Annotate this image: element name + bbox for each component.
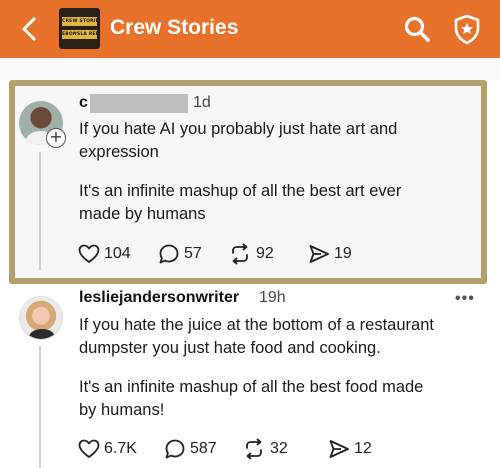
repost-icon — [232, 243, 248, 265]
share-button[interactable]: 19 — [308, 242, 352, 266]
repost-count: 32 — [270, 440, 288, 457]
chevron-left-icon — [22, 17, 36, 41]
post-text-paragraph: If you hate AI you probably just hate ar… — [79, 120, 398, 161]
post-timestamp: 19h — [259, 289, 286, 306]
share-count: 12 — [354, 440, 372, 457]
thread-line — [39, 152, 41, 270]
repost-count: 92 — [256, 245, 274, 262]
share-button[interactable]: 12 — [328, 437, 372, 461]
post-text-paragraph: It's an infinite mashup of all the best … — [79, 378, 424, 419]
reply-button[interactable]: 587 — [164, 437, 217, 461]
search-button[interactable] — [401, 13, 433, 45]
community-logo[interactable]: CREW STORIES EBONSLA RERO — [59, 8, 100, 49]
repost-button[interactable]: 92 — [228, 242, 274, 266]
like-button[interactable]: 104 — [78, 242, 131, 266]
page-title: Crew Stories — [110, 16, 239, 39]
like-button[interactable]: 6.7K — [78, 437, 137, 461]
logo-text-line2: EBONSLA RERO — [62, 30, 97, 39]
thread-line — [39, 346, 41, 468]
app-header: CREW STORIES EBONSLA RERO Crew Stories — [0, 0, 500, 58]
post-username[interactable]: c — [79, 93, 88, 113]
heart-icon — [78, 244, 100, 263]
reply-bubble-icon — [159, 244, 179, 264]
back-button[interactable] — [18, 14, 42, 44]
reply-count: 587 — [190, 440, 217, 457]
reply-count: 57 — [184, 245, 202, 262]
post-timestamp: 1d — [193, 94, 211, 111]
feed-top-spacer — [0, 58, 500, 80]
send-icon — [329, 440, 349, 458]
logo-text-line1: CREW STORIES — [62, 17, 97, 26]
send-icon — [309, 245, 329, 263]
post-username[interactable]: lesliejandersonwriter — [79, 288, 239, 308]
redacted-username-block — [90, 94, 188, 113]
follow-plus-icon[interactable]: + — [46, 128, 66, 148]
like-count: 104 — [104, 245, 131, 262]
post-text-paragraph: If you hate the juice at the bottom of a… — [79, 316, 434, 357]
avatar[interactable] — [19, 296, 63, 340]
share-count: 19 — [334, 245, 352, 262]
more-options-icon[interactable]: ••• — [455, 290, 475, 308]
heart-icon — [78, 439, 100, 458]
reply-button[interactable]: 57 — [158, 242, 202, 266]
moderation-button[interactable] — [451, 13, 483, 45]
search-icon — [404, 16, 430, 42]
repost-icon — [246, 438, 262, 460]
reply-bubble-icon — [165, 439, 185, 459]
post-text-paragraph: It's an infinite mashup of all the best … — [79, 182, 402, 223]
shield-star-icon — [454, 14, 480, 45]
like-count: 6.7K — [104, 440, 137, 457]
repost-button[interactable]: 32 — [242, 437, 288, 461]
